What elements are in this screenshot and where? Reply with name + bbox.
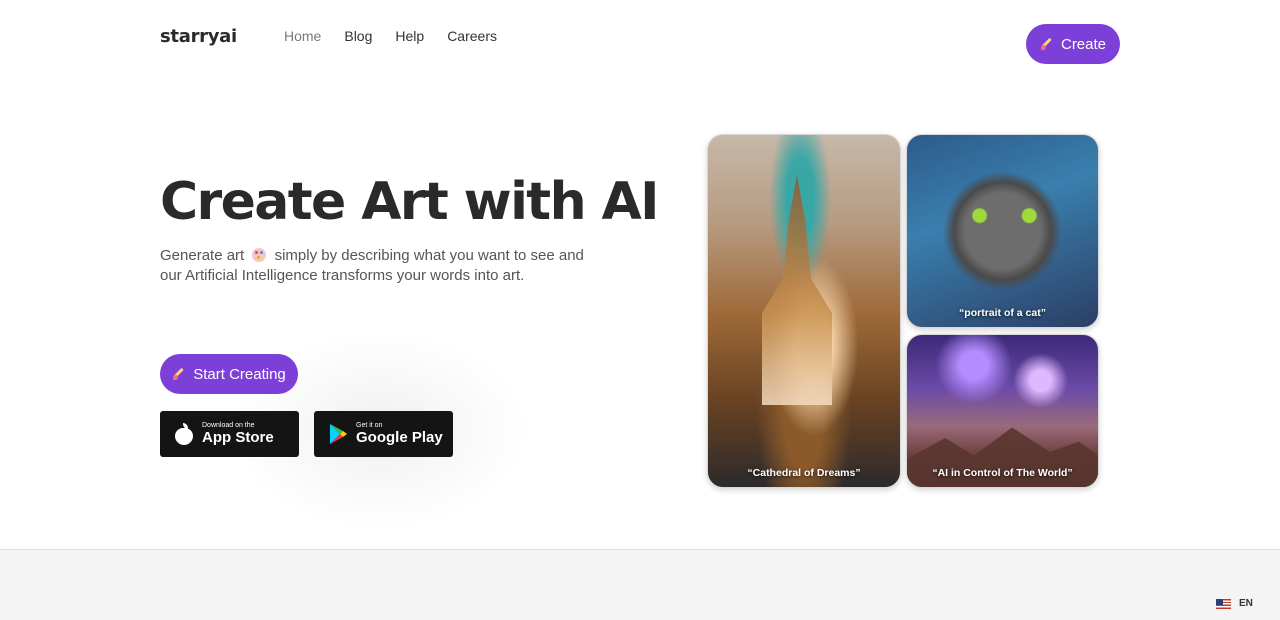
google-play-big: Google Play (356, 429, 443, 446)
start-creating-button[interactable]: Start Creating (160, 354, 298, 394)
gallery-card-cat[interactable]: “portrait of a cat” (906, 134, 1099, 328)
gallery-caption: “AI in Control of The World” (932, 467, 1073, 479)
gallery-caption: “portrait of a cat” (959, 307, 1046, 319)
cathedral-artwork (762, 175, 832, 405)
nav-careers[interactable]: Careers (447, 28, 497, 44)
google-play-icon (330, 424, 347, 444)
start-creating-label: Start Creating (193, 365, 286, 383)
footer (0, 549, 1280, 620)
app-store-text: Download on the App Store (202, 422, 274, 446)
nav-blog[interactable]: Blog (344, 28, 372, 44)
create-button[interactable]: Create (1026, 24, 1120, 64)
create-button-label: Create (1060, 35, 1107, 53)
paintbrush-icon (1040, 37, 1054, 51)
hero-title: Create Art with AI (160, 172, 659, 232)
nav-home[interactable]: Home (284, 28, 321, 44)
hero-subtitle-part1: Generate art (160, 247, 245, 264)
language-selector[interactable]: EN (1216, 598, 1253, 609)
us-flag-icon (1216, 598, 1231, 609)
nav-help[interactable]: Help (395, 28, 424, 44)
gallery-caption: “Cathedral of Dreams” (747, 467, 861, 479)
logo[interactable]: starryai (160, 26, 237, 47)
language-label: EN (1239, 598, 1253, 609)
app-store-big: App Store (202, 429, 274, 446)
main-nav: Home Blog Help Careers (284, 28, 520, 44)
hero-subtitle: Generate art simply by describing what y… (160, 246, 590, 286)
google-play-text: Get it on Google Play (356, 422, 443, 446)
google-play-badge[interactable]: Get it on Google Play (314, 411, 453, 457)
paintbrush-icon (172, 367, 186, 381)
apple-icon (174, 423, 194, 445)
palette-emoji-icon (252, 248, 267, 262)
app-store-badge[interactable]: Download on the App Store (160, 411, 299, 457)
gallery-card-space[interactable]: “AI in Control of The World” (906, 334, 1099, 488)
gallery-card-cathedral[interactable]: “Cathedral of Dreams” (707, 134, 901, 488)
